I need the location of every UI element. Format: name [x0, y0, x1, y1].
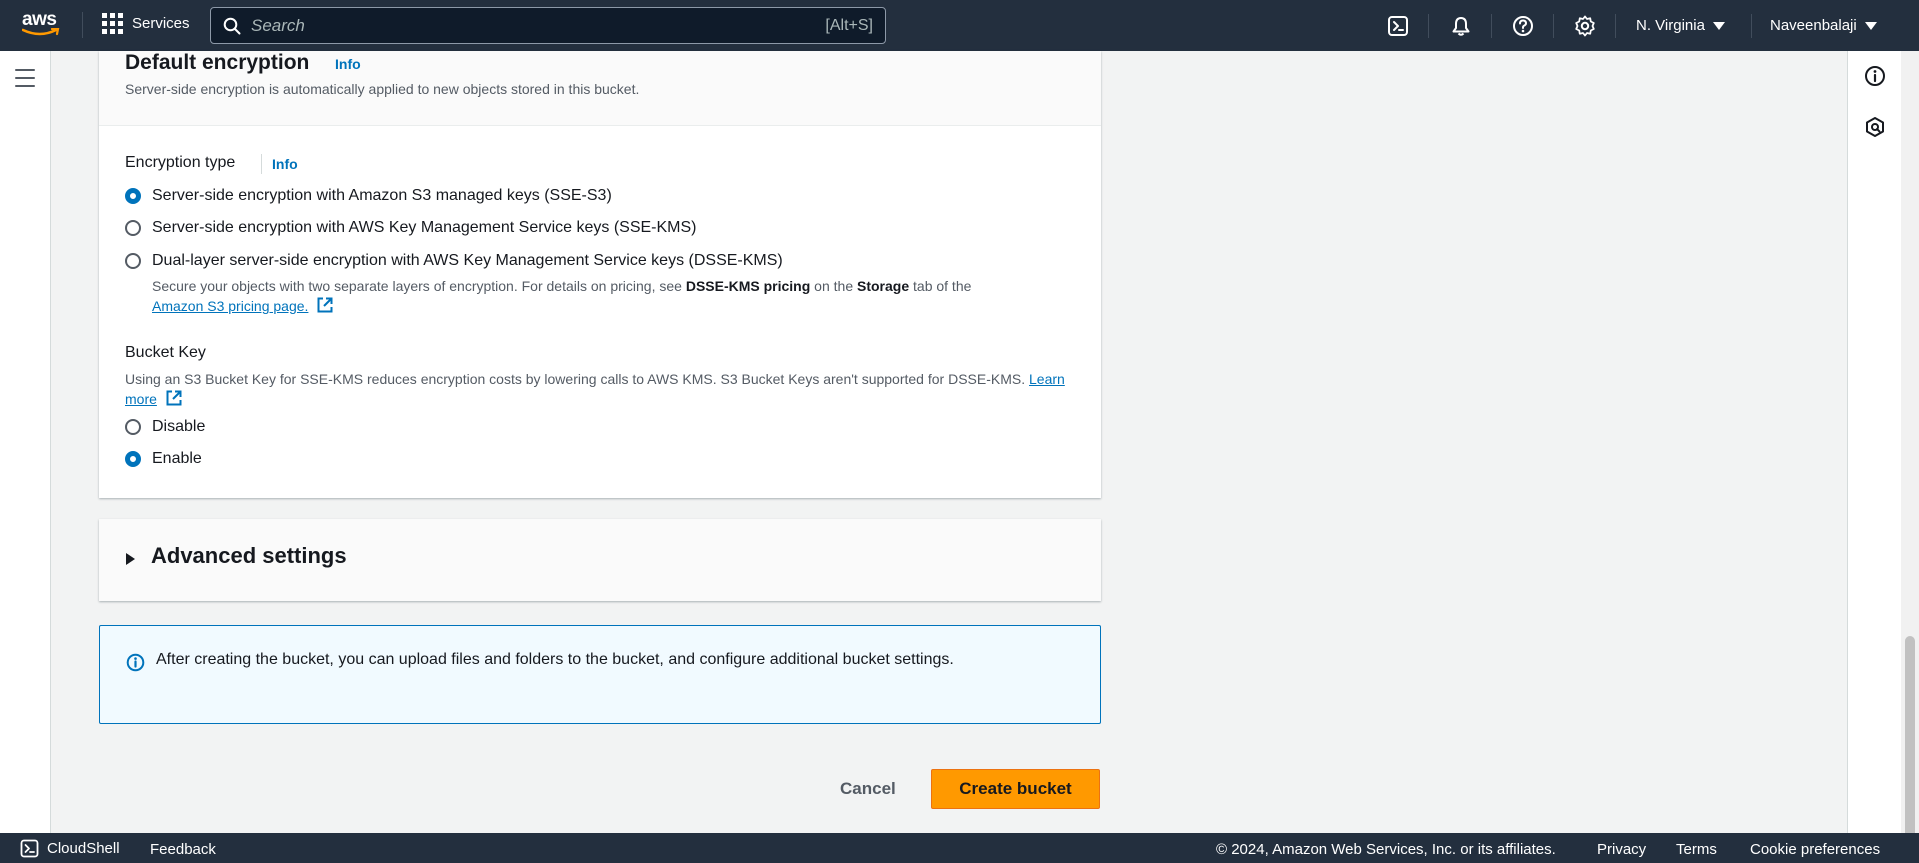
- panel-title: Default encryption: [125, 51, 310, 74]
- info-circle-icon[interactable]: [1864, 65, 1886, 87]
- account-menu[interactable]: Naveenbalaji: [1770, 17, 1877, 34]
- page-scrollbar[interactable]: [1901, 51, 1919, 863]
- advanced-settings-expander[interactable]: Advanced settings: [99, 519, 1101, 601]
- advanced-settings-title: Advanced settings: [151, 543, 347, 568]
- caret-down-icon: [1864, 21, 1877, 30]
- bucket-key-label: Bucket Key: [125, 344, 206, 361]
- help-text-part: tab of the: [909, 278, 972, 294]
- services-label: Services: [132, 15, 190, 32]
- top-navigation: aws Services [Alt+S]: [0, 0, 1919, 51]
- radio-button-checked[interactable]: [125, 188, 141, 204]
- aws-smile-icon: [22, 28, 60, 36]
- radio-bucket-key-enable[interactable]: Enable: [125, 450, 202, 468]
- alert-message: After creating the bucket, you can uploa…: [156, 651, 954, 668]
- help-text-bold: Storage: [857, 278, 910, 294]
- search-bar[interactable]: [Alt+S]: [210, 7, 886, 44]
- left-sidebar: [0, 51, 51, 833]
- nav-separator: [1491, 14, 1492, 38]
- label-separator: [261, 154, 262, 174]
- nav-separator: [1751, 14, 1752, 38]
- help-text-bold: DSSE-KMS pricing: [685, 278, 811, 294]
- cloudshell-icon: [20, 839, 39, 858]
- copyright-text: © 2024, Amazon Web Services, Inc. or its…: [1216, 841, 1556, 858]
- radio-sse-s3[interactable]: Server-side encryption with Amazon S3 ma…: [125, 187, 612, 205]
- s3-pricing-page-link[interactable]: Amazon S3 pricing page.: [152, 298, 308, 314]
- radio-label: Server-side encryption with AWS Key Mana…: [152, 219, 697, 236]
- create-bucket-button[interactable]: Create bucket: [931, 769, 1100, 809]
- aws-logo-text: aws: [22, 9, 57, 30]
- nav-separator: [1553, 14, 1554, 38]
- default-encryption-panel: Default encryption Info Server-side encr…: [99, 51, 1101, 498]
- bucket-key-help-text: Using an S3 Bucket Key for SSE-KMS reduc…: [125, 369, 1070, 409]
- radio-button-checked[interactable]: [125, 451, 141, 467]
- footer: CloudShell Feedback © 2024, Amazon Web S…: [0, 833, 1919, 863]
- nav-divider: [82, 12, 83, 38]
- radio-sse-kms[interactable]: Server-side encryption with AWS Key Mana…: [125, 219, 697, 237]
- search-shortcut-hint: [Alt+S]: [825, 16, 873, 34]
- cloudshell-footer-button[interactable]: CloudShell: [20, 839, 120, 858]
- info-circle-icon: [126, 653, 145, 672]
- radio-label: Server-side encryption with Amazon S3 ma…: [152, 187, 612, 204]
- radio-label: Enable: [152, 450, 202, 467]
- right-tools-panel: [1847, 51, 1901, 833]
- aws-logo[interactable]: aws: [22, 10, 62, 42]
- help-text-part: Secure your objects with two separate la…: [152, 278, 686, 294]
- radio-button[interactable]: [125, 253, 141, 269]
- services-menu-button[interactable]: Services: [102, 13, 190, 34]
- info-alert: After creating the bucket, you can uploa…: [99, 625, 1101, 724]
- help-text-part: on the: [810, 278, 857, 294]
- cancel-button[interactable]: Cancel: [826, 769, 910, 809]
- external-link-icon[interactable]: [165, 389, 183, 407]
- menu-hamburger-icon[interactable]: [15, 69, 35, 93]
- notifications-bell-icon[interactable]: [1450, 15, 1472, 37]
- encryption-info-link[interactable]: Info: [335, 56, 361, 72]
- caret-down-icon: [1712, 21, 1725, 30]
- feedback-link[interactable]: Feedback: [150, 841, 216, 858]
- radio-button[interactable]: [125, 220, 141, 236]
- help-text-part: Using an S3 Bucket Key for SSE-KMS reduc…: [125, 371, 1026, 387]
- encryption-type-label: Encryption type: [125, 154, 236, 171]
- feedback-hexagon-icon[interactable]: [1864, 116, 1886, 138]
- cloudshell-label: CloudShell: [47, 840, 120, 857]
- search-icon: [223, 17, 241, 34]
- radio-label: Dual-layer server-side encryption with A…: [152, 252, 783, 269]
- panel-description: Server-side encryption is automatically …: [125, 81, 640, 97]
- privacy-link[interactable]: Privacy: [1597, 841, 1646, 858]
- cookie-preferences-link[interactable]: Cookie preferences: [1750, 841, 1880, 858]
- radio-label: Disable: [152, 418, 206, 435]
- grid-icon: [102, 13, 123, 34]
- settings-gear-icon[interactable]: [1574, 15, 1596, 37]
- radio-button[interactable]: [125, 419, 141, 435]
- external-link-icon[interactable]: [316, 296, 334, 314]
- cloudshell-icon[interactable]: [1387, 15, 1409, 37]
- radio-dsse-kms[interactable]: Dual-layer server-side encryption with A…: [125, 252, 783, 270]
- help-icon[interactable]: [1512, 15, 1534, 37]
- search-input[interactable]: [251, 15, 826, 36]
- encryption-type-info-link[interactable]: Info: [272, 156, 298, 172]
- radio-bucket-key-disable[interactable]: Disable: [125, 418, 205, 436]
- scrollbar-thumb[interactable]: [1905, 636, 1915, 863]
- dsse-kms-help-text: Secure your objects with two separate la…: [152, 276, 1072, 316]
- region-selector[interactable]: N. Virginia: [1636, 17, 1725, 34]
- terms-link[interactable]: Terms: [1676, 841, 1717, 858]
- nav-separator: [1428, 14, 1429, 38]
- panel-header: Default encryption Info Server-side encr…: [99, 51, 1101, 126]
- caret-right-icon: [126, 553, 135, 565]
- account-name: Naveenbalaji: [1770, 17, 1857, 34]
- region-label: N. Virginia: [1636, 17, 1705, 34]
- nav-separator: [1615, 14, 1616, 38]
